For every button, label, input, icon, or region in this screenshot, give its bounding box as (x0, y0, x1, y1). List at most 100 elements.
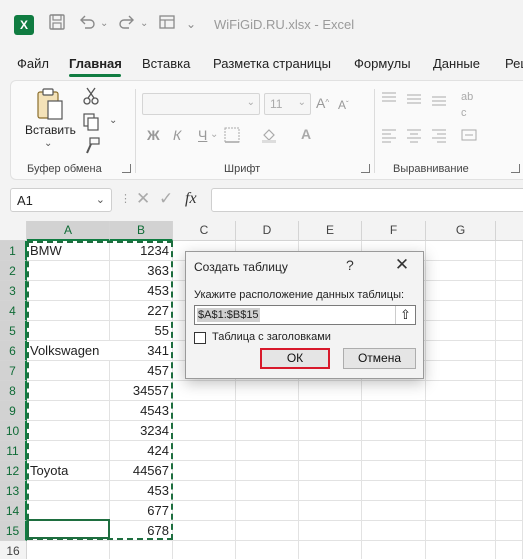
collapse-dialog-icon[interactable]: ⇧ (395, 306, 415, 324)
copy-dropdown-icon[interactable]: ⌄ (109, 115, 117, 126)
column-header-h[interactable] (496, 221, 523, 241)
cell-empty[interactable] (426, 481, 496, 501)
cell-empty[interactable] (426, 341, 496, 361)
formula-input[interactable] (211, 188, 523, 212)
font-size-dropdown[interactable]: 11 ⌄ (264, 93, 311, 115)
wrap-text-icon[interactable]: ab c (461, 89, 473, 121)
cell-b[interactable]: 453 (110, 281, 173, 301)
paste-dropdown-icon[interactable]: ⌄ (44, 138, 52, 149)
cell-empty[interactable] (173, 381, 236, 401)
cell-empty[interactable] (236, 381, 299, 401)
cell-empty[interactable] (173, 501, 236, 521)
cell-empty[interactable] (299, 501, 362, 521)
cell-b[interactable]: 453 (110, 481, 173, 501)
cell-empty[interactable] (496, 341, 523, 361)
cell-b[interactable]: 227 (110, 301, 173, 321)
cell-empty[interactable] (496, 321, 523, 341)
close-icon[interactable]: ✕ (392, 255, 412, 275)
font-color-icon[interactable]: A (301, 126, 311, 142)
column-header-c[interactable]: C (173, 221, 236, 241)
cell-empty[interactable] (299, 401, 362, 421)
tab-home[interactable]: Главная (69, 56, 122, 71)
cell-empty[interactable] (362, 401, 426, 421)
cell-empty[interactable] (236, 501, 299, 521)
cell-empty[interactable] (496, 401, 523, 421)
column-header-b[interactable]: B (110, 221, 173, 241)
cell-empty[interactable] (426, 421, 496, 441)
cell-empty[interactable] (299, 461, 362, 481)
cell-a[interactable]: Toyota (27, 461, 110, 481)
cell-empty[interactable] (299, 381, 362, 401)
cell-empty[interactable] (426, 301, 496, 321)
cell-empty[interactable] (496, 261, 523, 281)
cell-empty[interactable] (496, 381, 523, 401)
cell-a[interactable]: Volkswagen (27, 341, 110, 361)
cell-empty[interactable] (236, 541, 299, 559)
cell-empty[interactable] (362, 501, 426, 521)
save-icon[interactable] (48, 13, 66, 35)
cell-empty[interactable] (426, 381, 496, 401)
row-header[interactable]: 3 (0, 281, 27, 301)
cell-b[interactable]: 34557 (110, 381, 173, 401)
cell-empty[interactable] (496, 481, 523, 501)
underline-dropdown-icon[interactable]: ⌄ (210, 129, 218, 140)
ok-button[interactable]: ОК (260, 348, 330, 369)
cell-empty[interactable] (426, 321, 496, 341)
cell-b[interactable] (110, 541, 173, 559)
font-launcher-icon[interactable] (361, 164, 370, 173)
row-header[interactable]: 12 (0, 461, 27, 481)
cell-empty[interactable] (362, 461, 426, 481)
row-header[interactable]: 4 (0, 301, 27, 321)
cell-empty[interactable] (496, 361, 523, 381)
cell-empty[interactable] (362, 541, 426, 559)
row-header[interactable]: 10 (0, 421, 27, 441)
row-header[interactable]: 1 (0, 241, 27, 261)
cell-a[interactable]: BMW (27, 241, 110, 261)
copy-icon[interactable] (83, 113, 101, 134)
cell-empty[interactable] (173, 481, 236, 501)
row-header[interactable]: 14 (0, 501, 27, 521)
headers-checkbox-label[interactable]: Таблица с заголовками (212, 331, 331, 343)
undo-icon[interactable] (78, 13, 96, 35)
cell-empty[interactable] (299, 541, 362, 559)
cell-empty[interactable] (496, 281, 523, 301)
fill-color-icon[interactable] (261, 127, 277, 146)
align-middle-icon[interactable] (406, 91, 422, 110)
cell-empty[interactable] (362, 481, 426, 501)
cell-empty[interactable] (496, 421, 523, 441)
tab-insert[interactable]: Вставка (142, 56, 190, 71)
decrease-font-icon[interactable]: Aˇ (338, 97, 349, 113)
cell-b[interactable]: 44567 (110, 461, 173, 481)
cell-empty[interactable] (426, 541, 496, 559)
cell-empty[interactable] (426, 521, 496, 541)
paste-icon[interactable] (35, 87, 65, 124)
cell-empty[interactable] (362, 421, 426, 441)
cancel-icon[interactable]: ✕ (136, 189, 150, 209)
cell-b[interactable]: 341 (110, 341, 173, 361)
cell-empty[interactable] (173, 441, 236, 461)
customize-toolbar-icon[interactable]: ⌄ (186, 13, 196, 35)
cell-b[interactable]: 424 (110, 441, 173, 461)
align-right-icon[interactable] (431, 127, 447, 146)
cell-empty[interactable] (299, 521, 362, 541)
cell-b[interactable]: 3234 (110, 421, 173, 441)
align-top-icon[interactable] (381, 91, 397, 110)
column-header-g[interactable]: G (426, 221, 496, 241)
cell-empty[interactable] (173, 461, 236, 481)
cell-empty[interactable] (426, 441, 496, 461)
enter-icon[interactable]: ✓ (159, 189, 173, 209)
form-icon[interactable] (158, 13, 176, 35)
tab-page-layout[interactable]: Разметка страницы (213, 56, 331, 71)
cell-empty[interactable] (299, 481, 362, 501)
cell-empty[interactable] (299, 441, 362, 461)
cell-a[interactable] (27, 281, 110, 301)
cell-b[interactable]: 457 (110, 361, 173, 381)
cell-a[interactable] (27, 301, 110, 321)
cell-empty[interactable] (496, 541, 523, 559)
italic-button[interactable]: К (173, 127, 181, 143)
cell-b[interactable]: 678 (110, 521, 173, 541)
merge-center-icon[interactable] (461, 127, 477, 146)
name-box[interactable]: A1 ⌄ (10, 188, 112, 212)
row-header[interactable]: 16 (0, 541, 27, 559)
cell-empty[interactable] (426, 241, 496, 261)
